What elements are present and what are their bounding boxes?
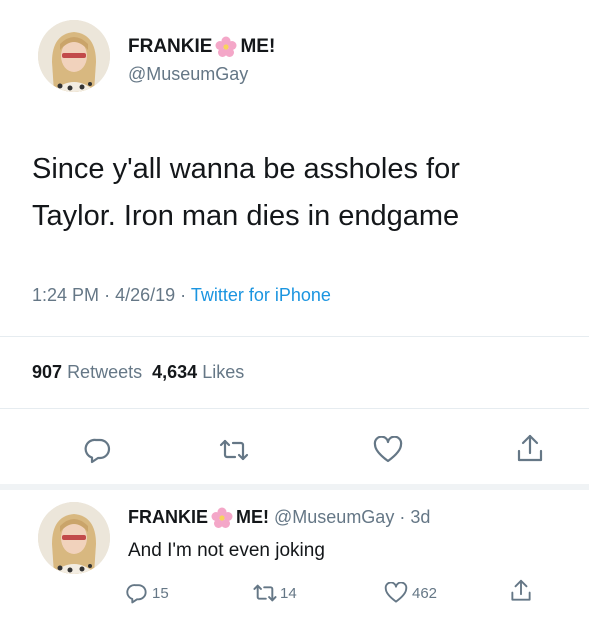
share-icon (511, 579, 531, 601)
likes-label: Likes (202, 362, 245, 382)
reply-button[interactable] (80, 432, 116, 468)
reply-action-retweet[interactable]: 14 (252, 582, 297, 604)
divider (0, 408, 589, 409)
likes-stat[interactable]: 4,634 Likes (152, 362, 244, 382)
reply-icon (126, 584, 147, 604)
share-button[interactable] (512, 430, 548, 468)
display-name-part-1: FRANKIE (128, 36, 213, 58)
retweets-stat[interactable]: 907 Retweets (32, 362, 142, 382)
tweet-text-line-1: Since y'all wanna be assholes for (32, 153, 460, 185)
separator-dot: · (180, 285, 191, 305)
like-icon (384, 582, 408, 603)
tweet-text-line-2: Taylor. Iron man dies in endgame (32, 200, 460, 232)
reply-action-reply[interactable]: 15 (126, 582, 169, 604)
retweets-label: Retweets (67, 362, 143, 382)
retweet-icon (253, 584, 277, 602)
retweets-count: 907 (32, 362, 63, 382)
reply-action-like[interactable]: 462 (384, 582, 437, 604)
separator-dot: · (104, 285, 116, 305)
like-count: 462 (412, 584, 438, 602)
like-icon (373, 436, 403, 463)
reply-display-name-part-1[interactable]: FRANKIE (128, 507, 208, 527)
reply-header: FRANKIE ME! @MuseumGay · 3d (128, 506, 430, 529)
reply-text: And I'm not even joking (128, 540, 325, 561)
section-divider (0, 484, 589, 490)
reply-age[interactable]: 3d (410, 507, 430, 527)
engagement-stats: 907 Retweets 4,634 Likes (32, 362, 244, 383)
reply-display-name-part-2[interactable]: ME! (236, 507, 269, 527)
display-name[interactable]: FRANKIE ME! (128, 36, 275, 58)
tweet-source-link[interactable]: Twitter for iPhone (191, 285, 331, 305)
tweet-date[interactable]: 4/26/19 (115, 285, 175, 305)
retweet-button[interactable] (214, 432, 254, 468)
tweet-text: Since y'all wanna be assholes for Taylor… (32, 146, 460, 240)
tweet-metadata: 1:24 PM · 4/26/19 · Twitter for iPhone (32, 285, 331, 306)
flower-emoji-icon (215, 36, 237, 58)
reply-avatar[interactable] (38, 502, 110, 574)
reply-count: 15 (152, 584, 169, 602)
retweet-icon (219, 439, 249, 461)
reply-icon (84, 438, 111, 464)
like-button[interactable] (370, 432, 406, 468)
display-name-part-2: ME! (240, 36, 276, 58)
tweet-time[interactable]: 1:24 PM (32, 285, 99, 305)
share-icon (517, 434, 543, 462)
reply-action-share[interactable] (510, 578, 532, 604)
reply-handle[interactable]: @MuseumGay (274, 507, 394, 527)
handle[interactable]: @MuseumGay (128, 64, 248, 85)
separator-dot: · (394, 507, 411, 527)
likes-count: 4,634 (152, 362, 198, 382)
retweet-count: 14 (280, 584, 297, 602)
divider (0, 336, 589, 337)
flower-emoji-icon (211, 507, 233, 529)
avatar[interactable] (38, 20, 110, 92)
